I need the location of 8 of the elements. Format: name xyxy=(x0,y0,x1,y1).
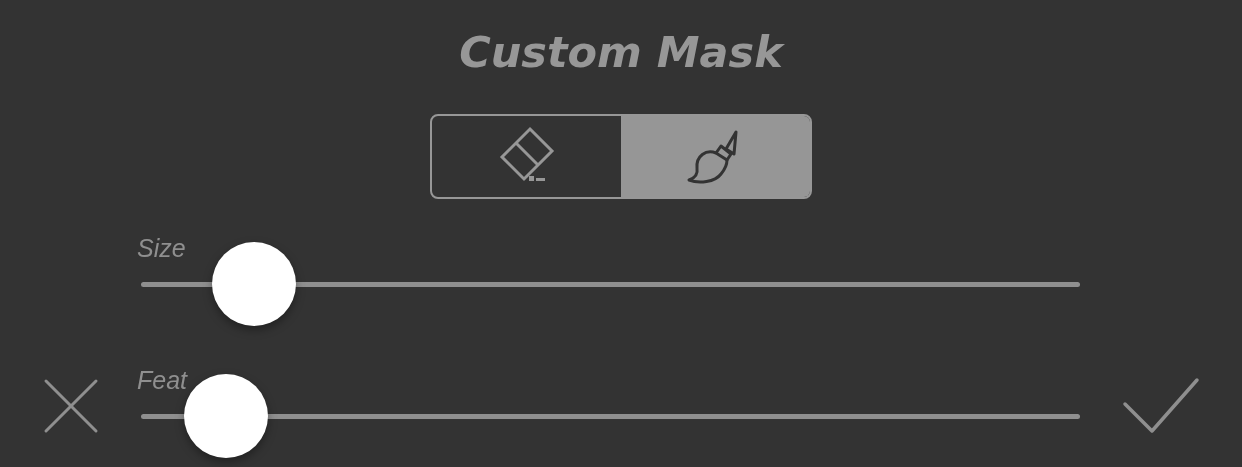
confirm-button[interactable] xyxy=(1122,377,1200,435)
slider-label: Feat xyxy=(137,365,189,395)
slider-label: Size xyxy=(137,233,187,263)
screen-title: Custom Mask xyxy=(459,26,783,79)
close-button[interactable] xyxy=(42,378,99,434)
checkmark-icon xyxy=(1122,377,1200,435)
brush-tab[interactable] xyxy=(621,116,810,197)
close-icon xyxy=(42,378,99,434)
